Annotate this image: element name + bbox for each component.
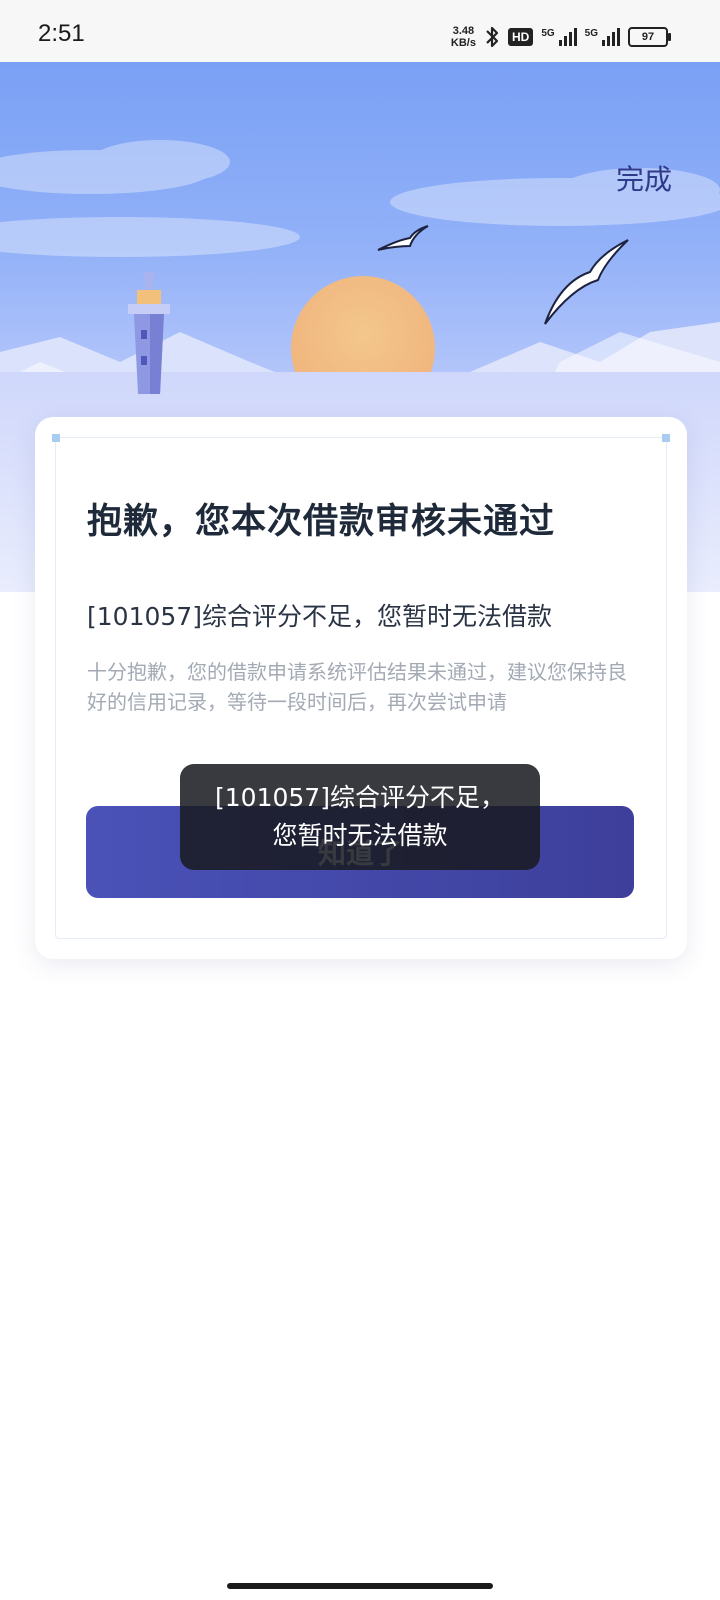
result-card: 抱歉，您本次借款审核未通过 [101057]综合评分不足，您暂时无法借款 十分抱… bbox=[35, 417, 687, 959]
bluetooth-icon bbox=[486, 26, 499, 48]
status-time: 2:51 bbox=[38, 20, 85, 47]
network-speed-value: 3.48 bbox=[452, 25, 475, 37]
toast-line-2: 您暂时无法借款 bbox=[272, 821, 448, 850]
battery-icon: 97 bbox=[628, 27, 671, 47]
frame-corner-dot bbox=[52, 434, 60, 442]
status-bar: 2:51 3.48 KB/s HD 5G 5G 97 bbox=[0, 0, 720, 62]
status-icons: 3.48 KB/s HD 5G 5G 97 bbox=[451, 22, 671, 52]
rejection-reason: [101057]综合评分不足，您暂时无法借款 bbox=[87, 602, 552, 631]
screen: 2:51 3.48 KB/s HD 5G 5G 97 完成 抱歉，您本次借款审核… bbox=[0, 0, 720, 1600]
result-title: 抱歉，您本次借款审核未通过 bbox=[87, 502, 556, 542]
hd-voice-icon: HD bbox=[507, 28, 534, 46]
home-indicator[interactable] bbox=[227, 1583, 493, 1589]
battery-level: 97 bbox=[641, 31, 655, 43]
signal-sim1-icon: 5G bbox=[541, 28, 577, 46]
toast-message: [101057]综合评分不足， 您暂时无法借款 bbox=[180, 764, 540, 870]
cloud-shape bbox=[0, 140, 720, 257]
signal-sim2-icon: 5G bbox=[585, 28, 620, 46]
network-speed: 3.48 KB/s bbox=[451, 25, 476, 49]
network-speed-unit: KB/s bbox=[450, 37, 476, 49]
rejection-description: 十分抱歉，您的借款申请系统评估结果未通过，建议您保持良好的信用记录，等待一段时间… bbox=[87, 660, 627, 714]
toast-line-1: [101057]综合评分不足， bbox=[215, 783, 505, 812]
frame-corner-dot bbox=[662, 434, 670, 442]
done-button[interactable]: 完成 bbox=[616, 158, 672, 198]
